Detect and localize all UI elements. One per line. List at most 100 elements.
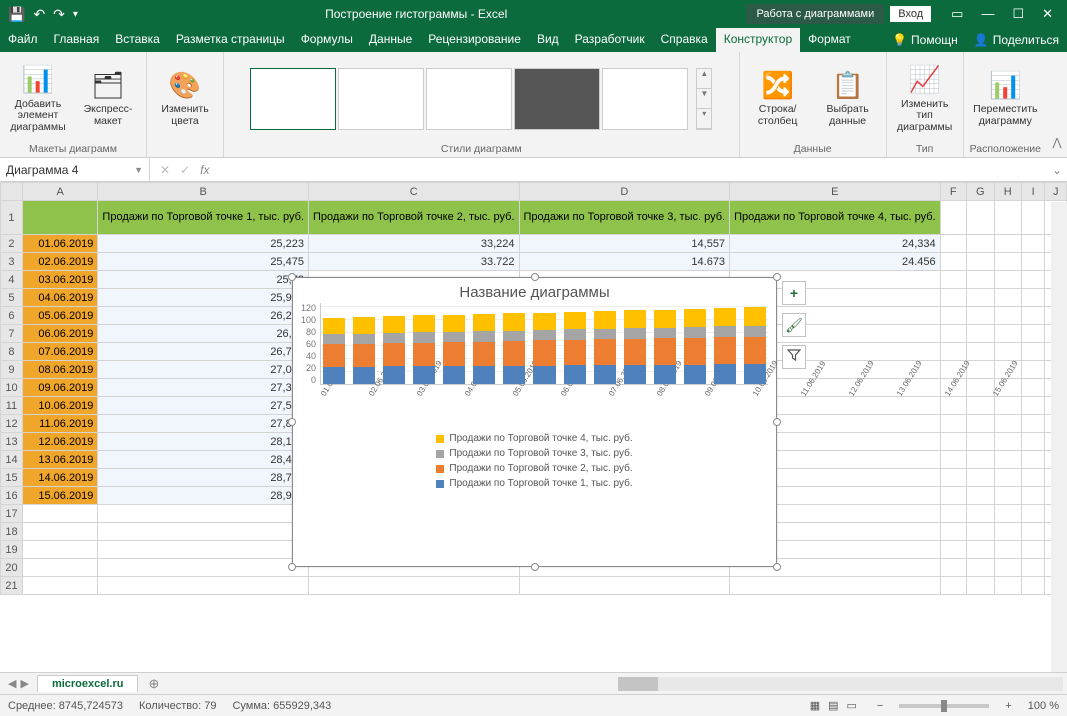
zoom-slider[interactable]: [899, 704, 989, 708]
chart-style-2[interactable]: [338, 68, 424, 130]
change-chart-type-button[interactable]: 📈Изменить тип диаграммы: [893, 64, 957, 134]
save-icon[interactable]: 💾: [8, 6, 25, 23]
row-header[interactable]: 17: [1, 505, 23, 523]
login-button[interactable]: Вход: [890, 6, 931, 22]
vertical-scrollbar[interactable]: [1051, 202, 1067, 672]
tab-file[interactable]: Файл: [0, 28, 46, 52]
row-header[interactable]: 16: [1, 487, 23, 505]
minimize-icon[interactable]: —: [981, 6, 994, 22]
col-header[interactable]: E: [730, 183, 941, 201]
chart-style-5[interactable]: [602, 68, 688, 130]
tab-formulas[interactable]: Формулы: [293, 28, 361, 52]
tab-review[interactable]: Рецензирование: [420, 28, 529, 52]
row-header[interactable]: 6: [1, 307, 23, 325]
name-box[interactable]: Диаграмма 4 ▼: [0, 158, 150, 181]
row-header[interactable]: 19: [1, 541, 23, 559]
move-chart-button[interactable]: 📊Переместить диаграмму: [973, 69, 1037, 127]
col-header[interactable]: A: [22, 183, 98, 201]
resize-handle[interactable]: [288, 273, 296, 281]
chart-legend[interactable]: Продажи по Торговой точке 4, тыс. руб.Пр…: [293, 427, 776, 495]
resize-handle[interactable]: [531, 273, 539, 281]
select-all-cell[interactable]: [1, 183, 23, 201]
row-header[interactable]: 13: [1, 433, 23, 451]
resize-handle[interactable]: [288, 563, 296, 571]
row-header[interactable]: 20: [1, 559, 23, 577]
chart-title[interactable]: Название диаграммы: [293, 278, 776, 303]
tab-pagelayout[interactable]: Разметка страницы: [168, 28, 293, 52]
cancel-fx-icon[interactable]: ✕: [160, 163, 170, 177]
row-header[interactable]: 15: [1, 469, 23, 487]
row-header[interactable]: 9: [1, 361, 23, 379]
tab-nav-prev[interactable]: ◀: [8, 677, 16, 690]
row-header[interactable]: 2: [1, 235, 23, 253]
chart-style-4[interactable]: [514, 68, 600, 130]
chart-plot-area[interactable]: [320, 303, 768, 385]
row-header[interactable]: 11: [1, 397, 23, 415]
close-icon[interactable]: ✕: [1042, 6, 1053, 22]
col-header[interactable]: B: [98, 183, 309, 201]
expand-formula-bar[interactable]: ⌄: [1047, 163, 1067, 177]
row-header[interactable]: 3: [1, 253, 23, 271]
row-header[interactable]: 5: [1, 289, 23, 307]
row-header[interactable]: 4: [1, 271, 23, 289]
resize-handle[interactable]: [531, 563, 539, 571]
tab-design[interactable]: Конструктор: [716, 28, 800, 52]
col-header[interactable]: I: [1021, 183, 1045, 201]
change-colors-button[interactable]: 🎨Изменить цвета: [153, 69, 217, 127]
switch-row-col-button[interactable]: 🔀Строка/ столбец: [746, 69, 810, 127]
add-sheet-button[interactable]: ⊕: [138, 676, 169, 692]
col-header[interactable]: H: [994, 183, 1021, 201]
col-header[interactable]: G: [966, 183, 994, 201]
chart-styles-gallery[interactable]: [250, 68, 688, 130]
chart-styles-button[interactable]: 🖌: [782, 313, 806, 337]
maximize-icon[interactable]: ☐: [1012, 6, 1024, 22]
resize-handle[interactable]: [773, 273, 781, 281]
tell-me[interactable]: 💡Помощн: [884, 28, 966, 52]
formula-input[interactable]: [219, 162, 1047, 177]
tab-developer[interactable]: Разработчик: [567, 28, 653, 52]
zoom-level[interactable]: 100 %: [1028, 700, 1059, 712]
row-header[interactable]: 7: [1, 325, 23, 343]
tab-insert[interactable]: Вставка: [107, 28, 168, 52]
resize-handle[interactable]: [288, 418, 296, 426]
worksheet-grid[interactable]: ABCDEFGHIJ1Продажи по Торговой точке 1, …: [0, 182, 1067, 672]
namebox-dropdown-icon[interactable]: ▼: [134, 165, 143, 175]
share-button[interactable]: 👤Поделиться: [966, 28, 1067, 52]
tab-home[interactable]: Главная: [46, 28, 108, 52]
redo-icon[interactable]: ↷: [53, 6, 65, 23]
col-header[interactable]: F: [940, 183, 966, 201]
zoom-in-button[interactable]: +: [1005, 700, 1011, 712]
add-chart-element-button[interactable]: 📊Добавить элемент диаграммы: [6, 64, 70, 134]
row-header[interactable]: 18: [1, 523, 23, 541]
horizontal-scrollbar[interactable]: [618, 677, 1063, 691]
undo-icon[interactable]: ↶: [33, 6, 45, 23]
page-layout-view-icon[interactable]: ▤: [824, 700, 842, 712]
row-header[interactable]: 12: [1, 415, 23, 433]
sheet-tab-active[interactable]: microexcel.ru: [37, 675, 139, 692]
tab-view[interactable]: Вид: [529, 28, 567, 52]
fx-icon[interactable]: fx: [200, 163, 209, 177]
zoom-out-button[interactable]: −: [877, 700, 883, 712]
collapse-ribbon-button[interactable]: ⋀: [1047, 52, 1067, 157]
tab-data[interactable]: Данные: [361, 28, 420, 52]
embedded-chart[interactable]: Название диаграммы 120100806040200 01.06…: [292, 277, 777, 567]
quick-layout-button[interactable]: 🗂Экспресс-макет: [76, 69, 140, 127]
chart-style-1[interactable]: [250, 68, 336, 130]
row-header[interactable]: 14: [1, 451, 23, 469]
row-header[interactable]: 1: [1, 201, 23, 235]
col-header[interactable]: C: [308, 183, 519, 201]
tab-nav-next[interactable]: ▶: [20, 677, 28, 690]
chart-filter-button[interactable]: [782, 345, 806, 369]
select-data-button[interactable]: 📋Выбрать данные: [816, 69, 880, 127]
row-header[interactable]: 21: [1, 577, 23, 595]
chart-elements-button[interactable]: +: [782, 281, 806, 305]
gallery-scroll[interactable]: ▲▼▾: [696, 68, 712, 130]
row-header[interactable]: 10: [1, 379, 23, 397]
normal-view-icon[interactable]: ▦: [806, 700, 824, 712]
enter-fx-icon[interactable]: ✓: [180, 163, 190, 177]
resize-handle[interactable]: [773, 563, 781, 571]
row-header[interactable]: 8: [1, 343, 23, 361]
page-break-view-icon[interactable]: ▭: [843, 700, 861, 712]
tab-format[interactable]: Формат: [800, 28, 859, 52]
col-header[interactable]: J: [1045, 183, 1067, 201]
